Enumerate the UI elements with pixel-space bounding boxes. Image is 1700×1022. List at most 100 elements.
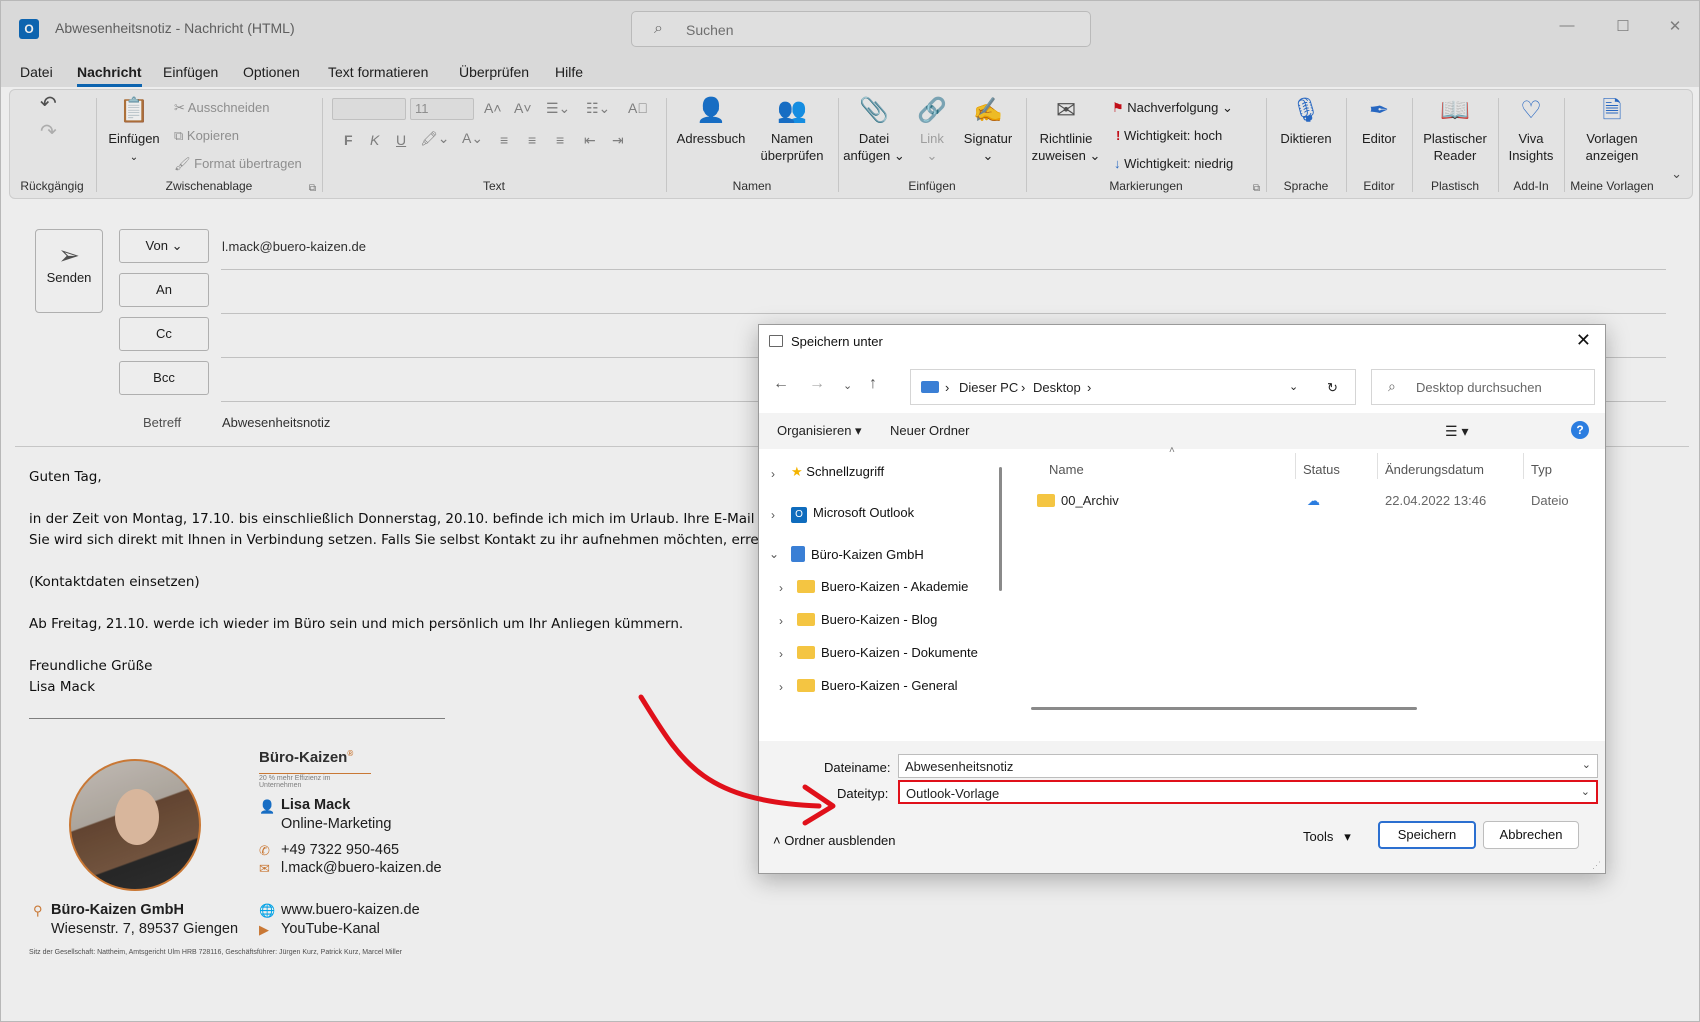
cancel-button[interactable]: Abbrechen [1483,821,1579,849]
send-button[interactable]: ➢ Senden [35,229,103,313]
cut-button[interactable]: ✂ Ausschneiden [174,100,269,116]
format-painter-button[interactable]: 🖌 Format übertragen [174,156,302,172]
expand-chevron-icon[interactable]: › [779,680,783,694]
from-button[interactable]: Von ⌄ [119,229,209,263]
bullets-icon[interactable]: ☰⌄ [546,100,570,117]
tab-text-formatieren[interactable]: Text formatieren [328,64,428,80]
immersive-reader-button[interactable]: 📖 Plastischer Reader [1416,96,1494,164]
chevron-down-icon[interactable]: ⌄ [1582,758,1591,771]
subject-field[interactable]: Abwesenheitsnotiz [222,415,330,430]
hide-folders-button[interactable]: ˄ Ordner ausblenden [773,833,896,848]
align-center-icon[interactable]: ≡ [528,132,536,148]
view-templates-button[interactable]: 🗎 Vorlagen anzeigen [1572,96,1652,164]
filetype-select[interactable]: Outlook-Vorlage ⌄ [898,780,1598,804]
expand-chevron-icon[interactable]: › [779,647,783,661]
redo-icon[interactable]: ↷ [40,122,57,142]
breadcrumb-dieser-pc[interactable]: Dieser PC [959,380,1018,395]
importance-high-button[interactable]: ! Wichtigkeit: hoch [1116,128,1222,143]
to-field[interactable] [221,313,1666,314]
save-button[interactable]: Speichern [1378,821,1476,849]
tree-item-akademie[interactable]: Buero-Kaizen - Akademie [797,579,968,594]
column-name[interactable]: Name [1049,462,1084,477]
font-size-select[interactable]: 11 [410,98,474,120]
dialog-launcher-icon[interactable]: ⧉ [1253,183,1260,194]
link-button[interactable]: 🔗 Link ⌄ [910,96,954,164]
address-dropdown-icon[interactable]: ⌄ [1289,380,1298,393]
tree-item-general[interactable]: Buero-Kaizen - General [797,678,958,693]
expand-chevron-icon[interactable]: › [771,508,775,522]
forward-arrow-icon[interactable]: → [809,375,825,393]
tab-datei[interactable]: Datei [20,64,53,80]
new-folder-button[interactable]: Neuer Ordner [890,423,969,438]
organize-button[interactable]: Organisieren ▾ [777,423,862,439]
up-arrow-icon[interactable]: ↑ [869,375,877,393]
to-button[interactable]: An [119,273,209,307]
recent-locations-chevron-icon[interactable]: ⌄ [843,379,852,392]
expand-chevron-icon[interactable]: › [779,614,783,628]
grow-font-icon[interactable]: A˄ [484,100,502,116]
tab-nachricht[interactable]: Nachricht [77,64,142,80]
numbering-icon[interactable]: ☷⌄ [586,100,610,117]
column-type[interactable]: Typ [1531,462,1552,477]
filename-input[interactable]: Abwesenheitsnotiz ⌄ [898,754,1598,778]
signature-youtube[interactable]: YouTube-Kanal [281,921,380,937]
refresh-icon[interactable]: ↻ [1327,380,1338,396]
view-options-icon[interactable]: ☰ ▾ [1445,423,1468,440]
viva-insights-button[interactable]: ♡ Viva Insights [1502,96,1560,164]
assign-policy-button[interactable]: ✉ Richtlinie zuweisen ⌄ [1030,96,1102,164]
signature-email[interactable]: l.mack@buero-kaizen.de [281,860,442,876]
back-arrow-icon[interactable]: ← [773,375,789,393]
tab-hilfe[interactable]: Hilfe [555,64,583,80]
signature-website[interactable]: www.buero-kaizen.de [281,902,420,918]
underline-button[interactable]: U [396,132,406,148]
tab-einfuegen[interactable]: Einfügen [163,64,218,80]
dictate-button[interactable]: 🎙 Diktieren [1272,96,1340,147]
font-family-select[interactable] [332,98,406,120]
close-button[interactable]: ✕ [1663,17,1687,35]
search-box[interactable]: ⌕ Suchen [631,11,1091,47]
importance-low-button[interactable]: ↓ Wichtigkeit: niedrig [1114,156,1233,171]
tree-item-blog[interactable]: Buero-Kaizen - Blog [797,612,937,627]
align-left-icon[interactable]: ≡ [500,132,508,148]
breadcrumb-desktop[interactable]: Desktop [1033,380,1081,395]
indent-icon[interactable]: ⇥ [612,132,624,149]
help-icon[interactable]: ? [1571,421,1589,439]
align-right-icon[interactable]: ≡ [556,132,564,148]
outdent-icon[interactable]: ⇤ [584,132,596,149]
highlight-icon[interactable]: 🖍⌄ [420,130,450,147]
shrink-font-icon[interactable]: A˅ [514,100,532,116]
expand-chevron-icon[interactable]: › [771,467,775,481]
tree-item-bueko-kaizen-gmbh[interactable]: Büro-Kaizen GmbH [791,546,924,562]
attach-file-button[interactable]: 📎 Datei anfügen ⌄ [842,96,906,164]
italic-button[interactable]: K [370,132,379,148]
chevron-down-icon[interactable]: ⌄ [1581,785,1590,798]
editor-button[interactable]: ✒ Editor [1350,96,1408,147]
address-book-button[interactable]: 👤 Adressbuch [676,96,746,147]
tools-button[interactable]: Tools ▾ [1303,829,1351,845]
address-bar[interactable]: › Dieser PC › Desktop › ⌄ ↻ [910,369,1356,405]
bold-button[interactable]: F [344,132,353,148]
undo-icon[interactable]: ↶ [40,94,57,114]
cc-button[interactable]: Cc [119,317,209,351]
maximize-button[interactable]: ☐ [1611,17,1635,35]
file-list-scrollbar[interactable] [1031,707,1417,710]
paste-button[interactable]: 📋 Einfügen ⌄ [104,96,164,166]
minimize-button[interactable]: — [1555,17,1579,34]
dialog-launcher-icon[interactable]: ⧉ [309,183,316,194]
navigation-scrollbar[interactable] [999,467,1002,591]
check-names-button[interactable]: 👥 Namen überprüfen [754,96,830,164]
styles-icon[interactable]: A⃝ [628,100,648,116]
tab-ueberpruefen[interactable]: Überprüfen [459,64,529,80]
collapse-chevron-icon[interactable]: ⌄ [769,547,779,561]
column-status[interactable]: Status [1303,462,1340,477]
tab-optionen[interactable]: Optionen [243,64,300,80]
folder-search-input[interactable]: ⌕ Desktop durchsuchen [1371,369,1595,405]
column-date[interactable]: Änderungsdatum [1385,462,1484,477]
font-color-icon[interactable]: A⌄ [462,130,483,147]
copy-button[interactable]: ⧉ Kopieren [174,128,239,144]
tree-item-dokumente[interactable]: Buero-Kaizen - Dokumente [797,645,978,660]
dialog-close-button[interactable]: ✕ [1576,330,1591,351]
bcc-button[interactable]: Bcc [119,361,209,395]
followup-button[interactable]: ⚑ Nachverfolgung ⌄ [1112,100,1233,116]
tree-item-outlook[interactable]: O Microsoft Outlook [791,505,914,523]
